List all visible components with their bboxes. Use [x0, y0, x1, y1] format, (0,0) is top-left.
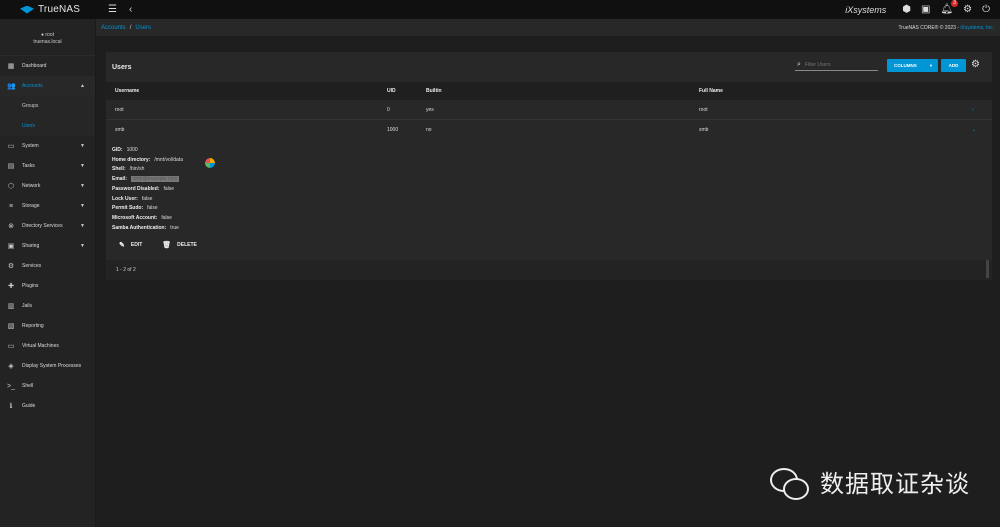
sidebar: ● root truenas.local ▦ Dashboard 👥 Account… — [0, 19, 96, 527]
sidebar-item-network[interactable]: ⬡ Network ▼ — [0, 176, 95, 196]
user-name: ● root — [40, 32, 55, 38]
calendar-icon: ▤ — [7, 163, 15, 170]
filter-box[interactable]: ⌕ — [795, 60, 878, 71]
add-button[interactable]: ADD — [941, 59, 966, 72]
chevron-up-icon: ▲ — [80, 83, 85, 89]
table-header: Username UID Builtin Full Name — [106, 82, 992, 100]
user-details: GID: 1000 Home directory:/mnt/vol/data Sh… — [112, 146, 215, 233]
breadcrumb-separator: / — [129, 24, 132, 31]
chevron-down-icon: ▼ — [80, 183, 85, 189]
sidebar-item-directory-services[interactable]: ⊗ Directory Services ▼ — [0, 216, 95, 236]
search-icon: ⌕ — [797, 61, 801, 68]
sidebar-item-reporting[interactable]: ▧ Reporting — [0, 316, 95, 336]
notification-badge: 3 — [951, 0, 959, 7]
watermark-text: 数据取证杂谈 — [820, 470, 970, 498]
settings-icon[interactable]: ⚙ — [963, 4, 972, 15]
chevron-down-icon: ▼ — [80, 223, 85, 229]
network-icon: ⬡ — [7, 183, 15, 190]
sidebar-item-dashboard[interactable]: ▦ Dashboard — [0, 56, 95, 76]
header-uid[interactable]: UID — [387, 88, 396, 94]
sidebar-item-accounts[interactable]: 👥 Accounts ▲ — [0, 76, 95, 96]
sidebar-subitem-groups[interactable]: Groups — [0, 96, 95, 116]
breadcrumb: Accounts / Users TrueNAS CORE® © 2023 - … — [96, 19, 1000, 36]
copyright: TrueNAS CORE® © 2023 - iXsystems, Inc. — [898, 24, 994, 31]
chart-icon: ▧ — [7, 323, 15, 330]
page-title: Users — [112, 63, 132, 71]
expand-icon[interactable]: › — [972, 107, 974, 113]
pencil-icon: ✎ — [119, 242, 125, 249]
host-name: truenas.local — [33, 39, 62, 45]
wechat-icon — [768, 465, 810, 500]
power-icon[interactable]: ⏻ — [982, 4, 990, 15]
directory-icon: ⊗ — [8, 223, 14, 230]
jail-icon: ▥ — [7, 303, 15, 310]
breadcrumb-users[interactable]: Users — [135, 25, 151, 31]
pagination-range: 1 - 2 of 2 — [116, 267, 136, 273]
sidebar-item-jails[interactable]: ▥ Jails — [0, 296, 95, 316]
header-username[interactable]: Username — [115, 88, 139, 94]
sidebar-item-guide[interactable]: ℹ Guide — [0, 396, 95, 416]
trash-icon: 🗑︎ — [162, 242, 172, 249]
watermark: 数据取证杂谈 — [768, 464, 970, 500]
truenas-logo[interactable]: TrueNAS — [0, 4, 96, 15]
puzzle-icon: ✚ — [8, 283, 14, 290]
chevron-down-icon: ▼ — [80, 143, 85, 149]
sidebar-item-plugins[interactable]: ✚ Plugins — [0, 276, 95, 296]
bell-icon[interactable]: 🔔︎ 3 — [940, 0, 959, 15]
table-row[interactable]: smb 1000 no smb ⌄ — [106, 120, 992, 140]
email-value: smb@example.com — [131, 176, 180, 183]
top-bar: TrueNAS ☰ ‹ iXsystems ⬢ ▣ 🔔︎ 3 ⚙ ⏻ — [0, 0, 1000, 19]
scrollbar[interactable] — [986, 260, 989, 278]
sidebar-subitem-users[interactable]: Users — [0, 116, 95, 136]
accounts-icon: 👥 — [7, 83, 16, 90]
sidebar-item-services[interactable]: ⚙ Services — [0, 256, 95, 276]
dashboard-icon: ▦ — [7, 63, 15, 70]
truenas-logo-icon — [20, 5, 34, 15]
storage-icon: ≡ — [8, 202, 14, 210]
row-actions: ✎ EDIT 🗑︎ DELETE — [119, 241, 197, 249]
gear-icon[interactable]: ⚙ — [971, 59, 980, 70]
color-wheel-icon — [205, 158, 215, 168]
table-row[interactable]: root 0 yes root › — [106, 100, 992, 120]
folder-shared-icon: ▣ — [7, 243, 15, 250]
info-icon: ℹ — [9, 403, 13, 410]
truecommand-icon[interactable]: ⬢ — [902, 4, 911, 15]
header-full-name[interactable]: Full Name — [699, 88, 723, 94]
back-icon[interactable]: ‹ — [129, 4, 132, 15]
chevron-down-icon: ▼ — [80, 203, 85, 209]
sidebar-item-shell[interactable]: >_ Shell — [0, 376, 95, 396]
breadcrumb-accounts[interactable]: Accounts — [101, 25, 126, 31]
edit-button[interactable]: ✎ EDIT — [119, 241, 142, 249]
header-builtin[interactable]: Builtin — [426, 88, 442, 94]
computer-icon: ▭ — [7, 343, 15, 350]
sidebar-item-system[interactable]: ▭ System ▼ — [0, 136, 95, 156]
ixsystems-link[interactable]: iXsystems, Inc. — [960, 25, 994, 31]
sidebar-item-sharing[interactable]: ▣ Sharing ▼ — [0, 236, 95, 256]
columns-button[interactable]: COLUMNS ▼ — [887, 59, 938, 72]
sidebar-item-display-system-processes[interactable]: ◈ Display System Processes — [0, 356, 95, 376]
filter-input[interactable] — [804, 62, 865, 68]
sidebar-item-tasks[interactable]: ▤ Tasks ▼ — [0, 156, 95, 176]
memory-icon: ◈ — [8, 363, 14, 370]
collapse-icon[interactable]: ⌄ — [972, 127, 976, 133]
app-name: TrueNAS — [38, 4, 81, 15]
clipboard-icon[interactable]: ▣ — [921, 4, 930, 15]
chevron-down-icon: ▼ — [80, 163, 85, 169]
menu-icon[interactable]: ☰ — [108, 4, 117, 15]
sidebar-item-storage[interactable]: ≡ Storage ▼ — [0, 196, 95, 216]
table-footer: 1 - 2 of 2 — [106, 260, 992, 280]
sidebar-item-virtual-machines[interactable]: ▭ Virtual Machines — [0, 336, 95, 356]
user-info: ● root truenas.local — [0, 19, 95, 56]
chevron-down-icon: ▼ — [80, 243, 85, 249]
laptop-icon: ▭ — [7, 143, 15, 150]
tune-icon: ⚙ — [7, 263, 15, 270]
users-card: Users ⌕ COLUMNS▼ ADD ⚙ Username UID Buil… — [106, 52, 992, 280]
caret-down-icon: ▼ — [929, 63, 933, 68]
console-icon: >_ — [7, 382, 15, 390]
ixsystems-logo[interactable]: iXsystems — [845, 5, 886, 15]
delete-button[interactable]: 🗑︎ DELETE — [162, 241, 197, 249]
